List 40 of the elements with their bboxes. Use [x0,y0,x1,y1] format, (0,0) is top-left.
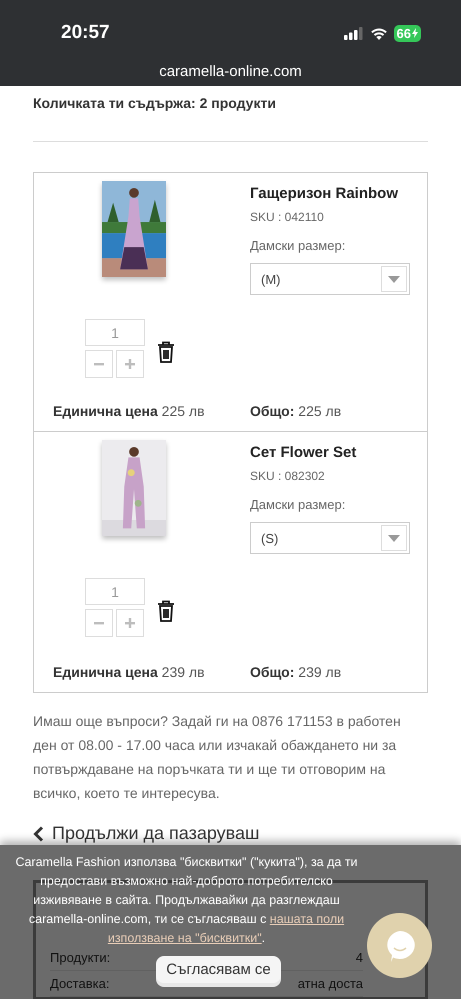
wifi-icon [370,26,388,40]
summary-label: Доставка: [50,976,110,991]
size-dropdown[interactable]: (M) [250,263,410,295]
summary-value: атна доста [298,976,363,991]
dropdown-arrow-icon [388,534,400,542]
increase-button[interactable] [116,609,144,637]
total-price: Общо: 225 лв [250,403,342,421]
increase-button[interactable] [116,350,144,378]
dropdown-arrow-icon [388,276,400,282]
plus-icon [124,358,136,370]
trash-icon[interactable] [157,600,175,622]
policy-link[interactable]: нашата поли [270,912,344,926]
agree-button[interactable]: Съгласявам се [156,956,281,983]
help-text: Имаш още въпроси? Задай ги на 0876 171153 в работен ден от 08.00 - 17.00 часа или изчакай обаждането ни за потвърждаване на поръчката ти и ще ти отговорим на всичко, което те интересува. [33,712,402,803]
trash-icon[interactable] [157,340,175,362]
continue-shopping-link[interactable]: Продължи да пазаруваш [33,823,428,844]
decrease-button[interactable] [85,350,113,378]
total-price: Общо: 239 лв [250,664,342,682]
sku-text: SKU : 082302 [250,469,326,483]
size-label: Дамски размер: [250,238,346,253]
cookie-notice-text: Caramella Fashion използва "бисквитки" ("кукита"), за да ти предостави възможно най-доброто потребителско изживяване в сайта. Продължавайки да разглеждаш caramella-online.com, ти се съгласяваш с нашата поли използване на "бисквитки". [14,854,359,947]
battery-indicator: 66 [394,24,421,42]
unit-price: Единична цена 225 лв [53,403,206,421]
product-name[interactable]: Гащеризон Rainbow [250,185,410,202]
chevron-left-icon [33,826,44,842]
cart-count-text: Количката ти съдържа: 2 продукти [33,95,277,111]
bolt-icon [412,28,418,38]
clock-time: 20:57 [61,22,110,44]
product-name[interactable]: Сет Flower Set [250,444,410,461]
summary-label: Продукти: [50,950,110,965]
unit-price: Единична цена 239 лв [53,664,206,682]
decrease-button[interactable] [85,609,113,637]
summary-value: 4 [356,950,363,965]
size-label: Дамски размер: [250,497,346,512]
sku-text: SKU : 042110 [250,210,325,224]
signal-icon [344,26,364,40]
address-bar-url[interactable]: caramella-online.com [0,46,461,80]
plus-icon [124,617,136,629]
size-dropdown[interactable]: (S) [250,522,410,554]
policy-link[interactable]: използване на "бисквитки" [108,931,262,945]
